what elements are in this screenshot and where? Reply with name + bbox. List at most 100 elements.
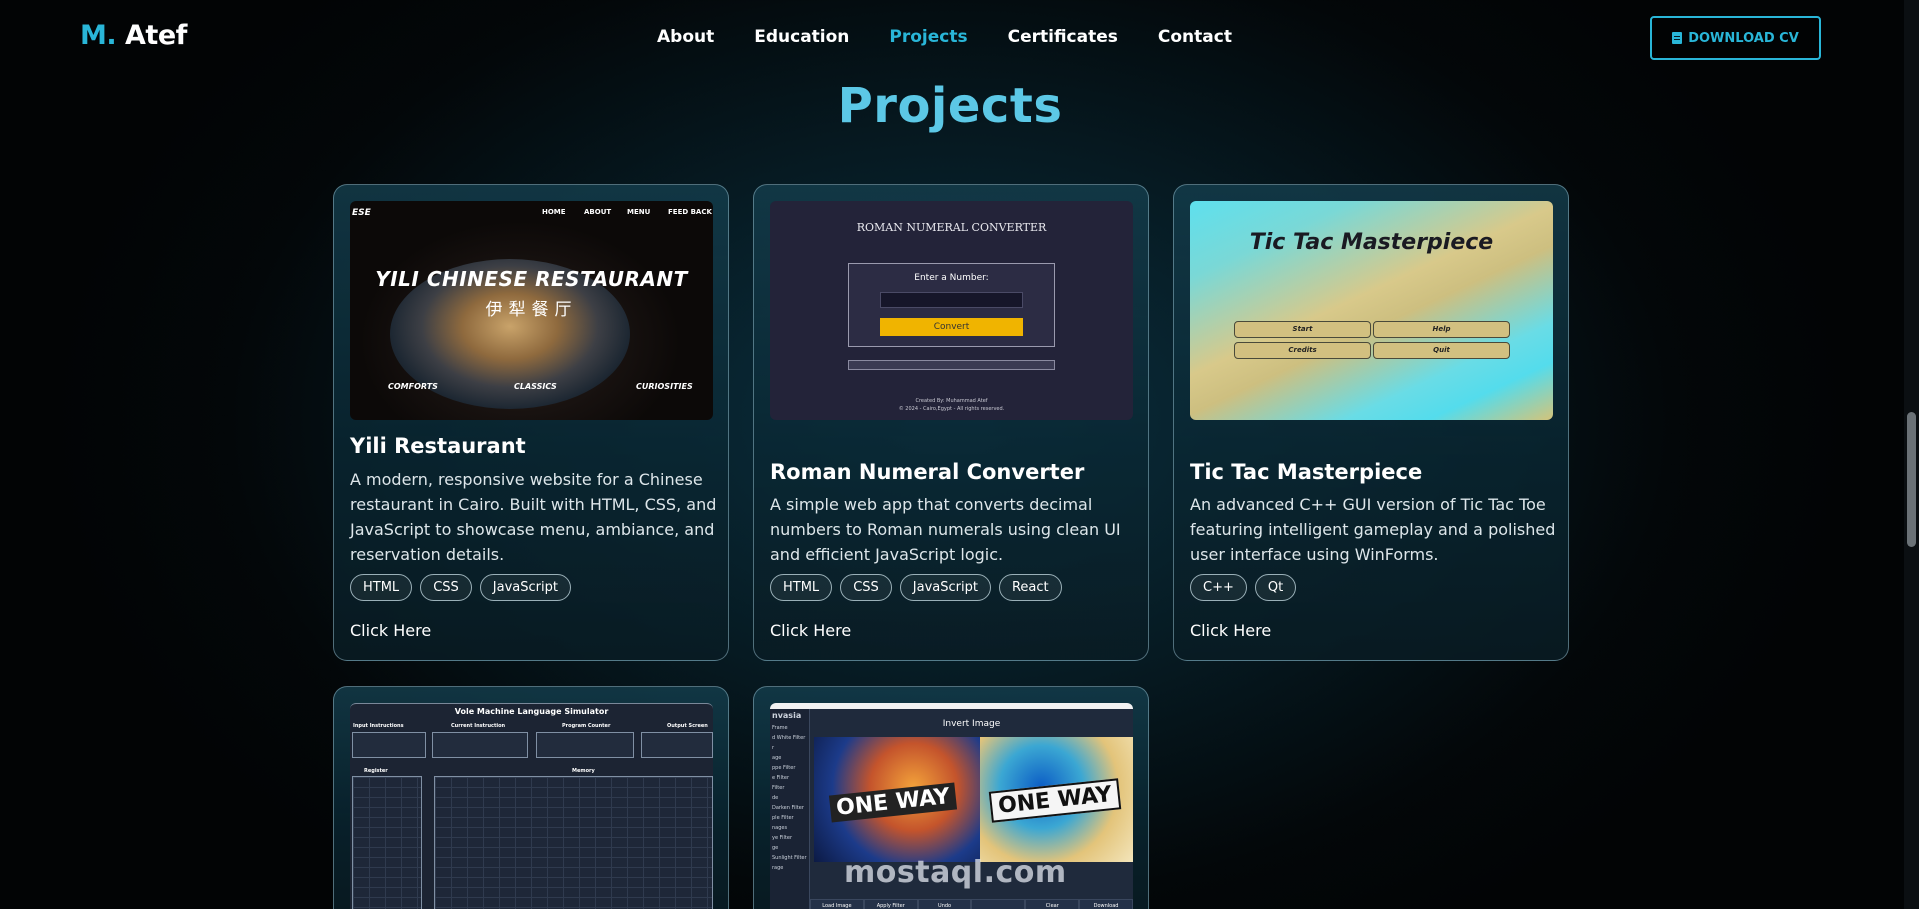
tag-javascript[interactable]: JavaScript	[899, 574, 991, 601]
project-description: A modern, responsive website for a Chine…	[350, 470, 717, 564]
preview-sidebar: nvasia Frame d White Filter r age ppe Fi…	[770, 709, 810, 909]
tag-css[interactable]: CSS	[420, 574, 472, 601]
preview-credit: Created By: Muhammad Atef © 2024 - Cairo…	[770, 397, 1133, 413]
preview-menu-item: age	[772, 755, 782, 761]
preview-menu-item: ABOUT	[584, 208, 612, 216]
preview-menu-item: Darken Filter	[772, 805, 804, 811]
logo-name: Atef	[125, 20, 187, 51]
preview-heading: ROMAN NUMERAL CONVERTER	[856, 221, 1047, 234]
project-title: Yili Restaurant	[350, 434, 526, 458]
preview-menu-item: nages	[772, 825, 788, 831]
preview-heading: Tic Tac Masterpiece	[1249, 230, 1494, 255]
preview-credits-button: Credits	[1234, 342, 1371, 359]
preview-logo: ESE	[352, 208, 371, 218]
preview-menu-item: ple Filter	[772, 815, 794, 821]
tag-react[interactable]: React	[998, 574, 1062, 601]
tag-list: C++ Qt	[1190, 574, 1297, 601]
preview-help-button: Help	[1373, 321, 1510, 338]
original-image: ONE WAY	[814, 737, 980, 862]
nav-link-education[interactable]: Education	[754, 27, 849, 47]
preview-button: Apply Filter	[863, 899, 918, 909]
preview-menu-item: ye Filter	[772, 835, 793, 841]
project-preview-image: nvasia Frame d White Filter r age ppe Fi…	[770, 703, 1133, 909]
preview-menu-item: MENU	[627, 208, 651, 216]
preview-menu-item: rage	[772, 865, 784, 871]
section-title: Projects	[837, 78, 1063, 134]
inverted-image: ONE WAY	[980, 737, 1133, 862]
preview-menu-item: Filter	[772, 785, 785, 791]
preview-menu-item: r	[772, 745, 775, 751]
project-title: Roman Numeral Converter	[770, 460, 1085, 484]
tag-qt[interactable]: Qt	[1254, 574, 1297, 601]
preview-button-bar: Load Image Apply Filter Undo Clear Downl…	[810, 899, 1133, 909]
project-preview-image: ESE HOME ABOUT MENU FEED BACK YILI CHINE…	[350, 201, 713, 420]
preview-section-label: Input Instructions	[353, 723, 404, 729]
top-navbar: M. Atef About Education Projects Certifi…	[0, 0, 1919, 76]
tag-html[interactable]: HTML	[770, 574, 833, 601]
preview-app-name: nvasia	[772, 711, 802, 720]
preview-heading: Vole Machine Language Simulator	[454, 707, 609, 716]
register-table	[352, 776, 422, 909]
project-card-vole: Vole Machine Language Simulator Input In…	[333, 686, 729, 909]
preview-footer-item: CURIOSITIES	[636, 382, 693, 391]
preview-footer-item: COMFORTS	[388, 382, 438, 391]
preview-number-input	[880, 292, 1023, 308]
site-logo[interactable]: M. Atef	[80, 20, 187, 51]
project-card-tictac: Tic Tac Masterpiece Start Help Credits Q…	[1173, 184, 1569, 661]
watermark: mostaql.com	[844, 855, 1067, 890]
nav-link-projects[interactable]: Projects	[889, 27, 967, 47]
preview-footer-item: CLASSICS	[514, 382, 557, 391]
preview-quit-button: Quit	[1373, 342, 1510, 359]
preview-form: Enter a Number: Convert	[848, 263, 1055, 347]
scrollbar-thumb[interactable]	[1907, 412, 1916, 547]
project-card-filters: nvasia Frame d White Filter r age ppe Fi…	[753, 686, 1149, 909]
preview-output-bar	[848, 360, 1055, 370]
preview-menu-item: de	[772, 795, 779, 801]
preview-subtitle: 伊犁餐厅	[485, 300, 578, 320]
tag-html[interactable]: HTML	[350, 574, 413, 601]
nav-link-contact[interactable]: Contact	[1158, 27, 1232, 47]
tag-javascript[interactable]: JavaScript	[479, 574, 571, 601]
preview-button: Download	[1079, 899, 1133, 909]
download-cv-label: DOWNLOAD CV	[1688, 30, 1799, 46]
preview-button: Undo	[917, 899, 972, 909]
project-preview-image: ROMAN NUMERAL CONVERTER Enter a Number: …	[770, 201, 1133, 420]
preview-button: Load Image	[810, 899, 864, 909]
project-preview-image: Tic Tac Masterpiece Start Help Credits Q…	[1190, 201, 1553, 420]
logo-initial: M.	[80, 20, 117, 51]
preview-menu-item: d White Filter	[772, 735, 806, 741]
preview-button	[971, 899, 1026, 909]
preview-section-label: Current Instruction	[451, 723, 506, 729]
download-cv-button[interactable]: DOWNLOAD CV	[1650, 16, 1821, 60]
preview-label: Enter a Number:	[914, 273, 989, 283]
main-menu: About Education Projects Certificates Co…	[657, 27, 1272, 47]
document-icon	[1672, 32, 1683, 44]
preview-section-label: Register	[364, 768, 388, 774]
preview-button: Clear	[1025, 899, 1080, 909]
preview-headline: YILI CHINESE RESTAURANT	[375, 267, 688, 291]
preview-section-label: Output Screen	[667, 723, 708, 729]
preview-credit-line: © 2024 - Cairo,Egypt - All rights reserv…	[898, 406, 1005, 412]
preview-start-button: Start	[1234, 321, 1371, 338]
preview-convert-button: Convert	[880, 318, 1023, 336]
preview-menu-item: FEED BACK	[668, 208, 712, 216]
sign-text: ONE WAY	[988, 778, 1122, 823]
project-description: A simple web app that converts decimal n…	[770, 495, 1121, 564]
project-description: An advanced C++ GUI version of Tic Tac T…	[1190, 495, 1556, 564]
tag-cpp[interactable]: C++	[1190, 574, 1247, 601]
project-card-yili: ESE HOME ABOUT MENU FEED BACK YILI CHINE…	[333, 184, 729, 661]
project-link[interactable]: Click Here	[770, 621, 851, 640]
preview-menu-item: ge	[772, 845, 779, 851]
preview-section-label: Program Counter	[562, 723, 611, 729]
preview-menu-item: e Filter	[772, 775, 790, 781]
preview-credit-line: Created By: Muhammad Atef	[915, 398, 988, 404]
tag-css[interactable]: CSS	[840, 574, 892, 601]
sign-text: ONE WAY	[828, 782, 958, 823]
nav-link-about[interactable]: About	[657, 27, 714, 47]
project-link[interactable]: Click Here	[1190, 621, 1271, 640]
project-link[interactable]: Click Here	[350, 621, 431, 640]
project-title: Tic Tac Masterpiece	[1190, 460, 1423, 484]
preview-menu-item: Frame	[772, 725, 788, 731]
project-card-roman: ROMAN NUMERAL CONVERTER Enter a Number: …	[753, 184, 1149, 661]
nav-link-certificates[interactable]: Certificates	[1008, 27, 1118, 47]
